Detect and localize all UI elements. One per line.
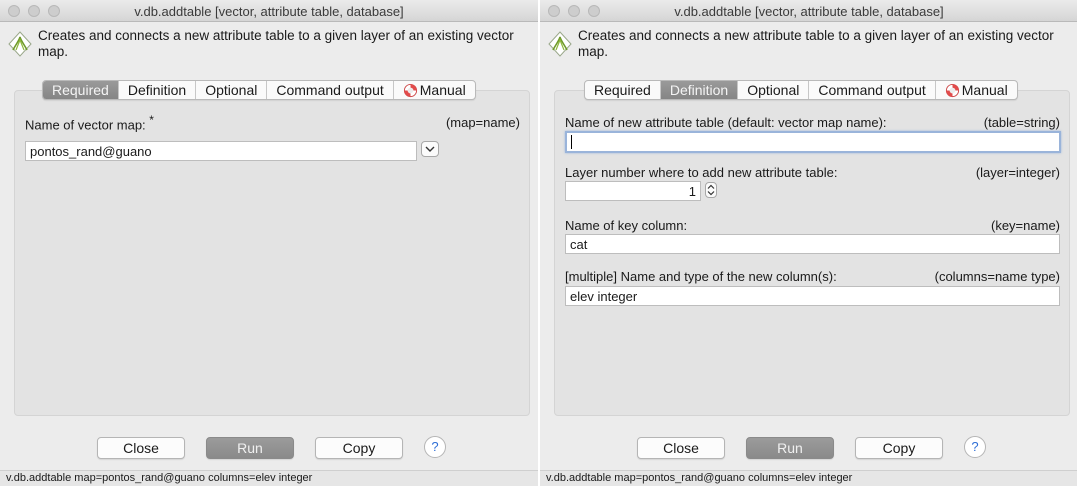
- description-line-2: map.: [38, 44, 69, 59]
- grass-logo-icon: [548, 31, 572, 57]
- window-title: v.db.addtable [vector, attribute table, …: [134, 4, 404, 19]
- tab-definition[interactable]: Definition: [119, 81, 197, 99]
- close-button[interactable]: Close: [637, 437, 725, 459]
- description-line-1: Creates and connects a new attribute tab…: [38, 28, 514, 43]
- status-bar: v.db.addtable map=pontos_rand@guano colu…: [540, 470, 1077, 486]
- title-bar[interactable]: v.db.addtable [vector, attribute table, …: [540, 0, 1077, 22]
- description-line-1: Creates and connects a new attribute tab…: [578, 28, 1054, 43]
- window-title: v.db.addtable [vector, attribute table, …: [674, 4, 944, 19]
- tab-definition[interactable]: Definition: [660, 81, 739, 99]
- help-button[interactable]: ?: [964, 436, 986, 458]
- dialog-window-definition: v.db.addtable [vector, attribute table, …: [540, 0, 1077, 486]
- tab-manual[interactable]: Manual: [394, 81, 475, 99]
- title-bar[interactable]: v.db.addtable [vector, attribute table, …: [0, 0, 538, 22]
- columns-input[interactable]: elev integer: [565, 286, 1060, 306]
- tab-manual-label: Manual: [419, 82, 466, 98]
- table-param-label: (table=string): [983, 115, 1060, 130]
- layer-param-label: (layer=integer): [975, 165, 1060, 180]
- tab-required[interactable]: Required: [43, 81, 119, 99]
- columns-label: [multiple] Name and type of the new colu…: [565, 269, 837, 284]
- help-button[interactable]: ?: [424, 436, 446, 458]
- required-marker: *: [149, 113, 154, 127]
- status-bar: v.db.addtable map=pontos_rand@guano colu…: [0, 470, 538, 486]
- tab-command-output[interactable]: Command output: [809, 81, 936, 99]
- tab-bar: Required Definition Optional Command out…: [584, 80, 1018, 100]
- stepper-arrows-icon: [707, 184, 715, 196]
- dialog-window-required: v.db.addtable [vector, attribute table, …: [0, 0, 538, 486]
- key-param-label: (key=name): [991, 218, 1060, 233]
- tab-optional[interactable]: Optional: [738, 81, 810, 99]
- chevron-down-icon: [425, 146, 435, 152]
- close-button[interactable]: Close: [97, 437, 185, 459]
- map-param-label: (map=name): [445, 115, 520, 130]
- vector-map-select[interactable]: pontos_rand@guano: [25, 141, 417, 161]
- run-button[interactable]: Run: [206, 437, 294, 459]
- tab-manual-label: Manual: [961, 82, 1008, 98]
- table-name-label: Name of new attribute table (default: ve…: [565, 115, 887, 130]
- layer-number-input[interactable]: 1: [565, 181, 701, 201]
- key-column-label: Name of key column:: [565, 218, 688, 233]
- tab-command-output[interactable]: Command output: [267, 81, 394, 99]
- tab-bar: Required Definition Optional Command out…: [42, 80, 476, 100]
- copy-button[interactable]: Copy: [855, 437, 943, 459]
- table-name-input[interactable]: [565, 131, 1061, 153]
- text-caret: [571, 135, 572, 149]
- columns-param-label: (columns=name type): [934, 269, 1060, 284]
- map-name-label: Name of vector map: *: [25, 113, 154, 133]
- notebook-panel: [14, 90, 530, 416]
- lifebuoy-icon: [945, 83, 959, 98]
- key-column-input[interactable]: cat: [565, 234, 1060, 254]
- lifebuoy-icon: [403, 83, 417, 98]
- tab-manual[interactable]: Manual: [936, 81, 1017, 99]
- grass-logo-icon: [8, 31, 32, 57]
- run-button[interactable]: Run: [746, 437, 834, 459]
- copy-button[interactable]: Copy: [315, 437, 403, 459]
- layer-number-label: Layer number where to add new attribute …: [565, 165, 838, 180]
- tab-required[interactable]: Required: [585, 81, 661, 99]
- layer-stepper[interactable]: [705, 182, 717, 198]
- map-dropdown-button[interactable]: [421, 141, 439, 157]
- tab-optional[interactable]: Optional: [196, 81, 268, 99]
- description-line-2: map.: [578, 44, 609, 59]
